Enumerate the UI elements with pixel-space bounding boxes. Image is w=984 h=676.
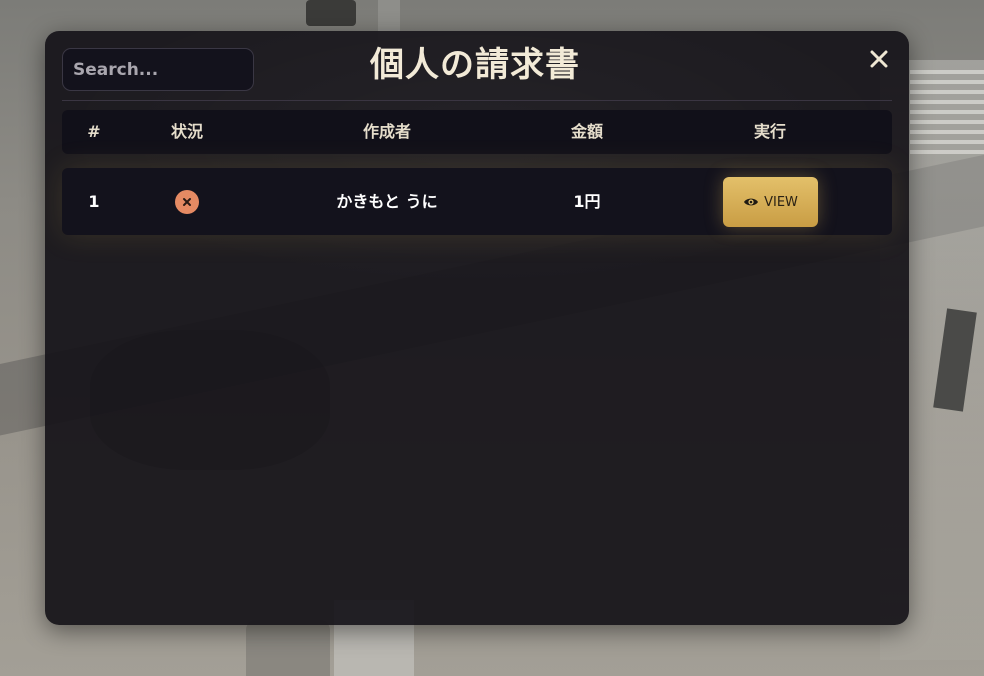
table-row: 1 かきもと うに 1円 VIEW [62, 168, 892, 235]
row-creator: かきもと うに [336, 192, 438, 211]
invoice-panel: 個人の請求書 # 状況 作成者 金額 実行 1 かきもと うに 1円 [45, 31, 909, 625]
view-button-label: VIEW [764, 194, 798, 210]
close-icon [870, 50, 888, 72]
header-divider [62, 100, 892, 101]
close-button[interactable] [863, 45, 895, 77]
background-crosswalk [910, 70, 984, 160]
column-header-creator: 作成者 [362, 122, 411, 141]
page-title: 個人の請求書 [370, 45, 580, 85]
column-header-status: 状況 [170, 122, 203, 141]
x-circle-icon [175, 190, 199, 214]
column-header-number: # [87, 122, 101, 141]
eye-icon [743, 196, 759, 208]
search-input[interactable] [62, 48, 254, 91]
row-amount: 1円 [573, 192, 601, 211]
view-button[interactable]: VIEW [723, 177, 818, 227]
background-trash-can [246, 620, 330, 676]
column-header-action: 実行 [753, 122, 786, 141]
table-header: # 状況 作成者 金額 実行 [62, 110, 892, 154]
row-number: 1 [88, 192, 100, 211]
column-header-amount: 金額 [570, 122, 603, 141]
background-signal [306, 0, 356, 26]
